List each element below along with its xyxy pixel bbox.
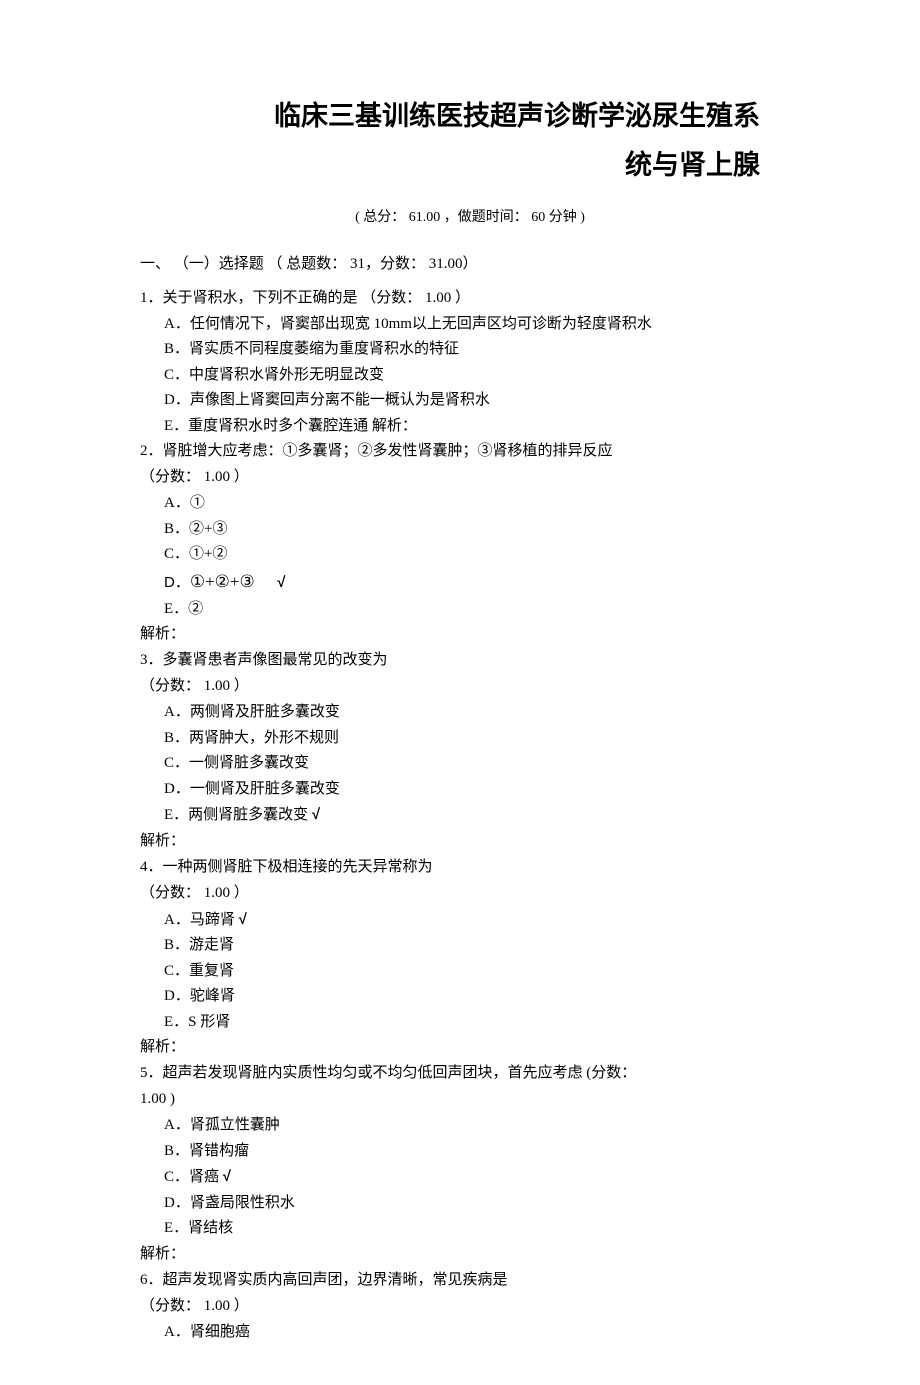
question-1-option-c: C．中度肾积水肾外形无明显改变 [140,363,800,389]
question-4-option-a: A．马蹄肾 √ [140,907,800,934]
question-4-option-c: C．重复肾 [140,959,800,985]
question-2-score: （分数： 1.00 ） [140,465,800,489]
question-1-option-e: E．重度肾积水时多个囊腔连通 解析： [140,414,800,440]
question-3-option-c: C．一侧肾脏多囊改变 [140,751,800,777]
question-3-explain: 解析： [140,829,800,853]
question-6-score: （分数： 1.00 ） [140,1294,800,1318]
question-4-option-e: E．S 形肾 [140,1010,800,1036]
question-3-option-a: A．两侧肾及肝脏多囊改变 [140,700,800,726]
question-6-stem: 6．超声发现肾实质内高回声团，边界清晰，常见疾病是 [140,1268,800,1292]
question-5-option-e: E．肾结核 [140,1216,800,1242]
exam-meta: ( 总分： 61.00 ，做题时间： 60 分钟 ) [140,207,800,229]
question-2-option-b: B．②+③ [140,517,800,543]
question-2-explain: 解析： [140,622,800,646]
question-2-option-a: A．① [140,491,800,517]
document-title-line2: 统与肾上腺 [140,144,800,187]
question-3-option-d: D．一侧肾及肝脏多囊改变 [140,777,800,803]
question-2-stem: 2．肾脏增大应考虑：①多囊肾；②多发性肾囊肿；③肾移植的排异反应 [140,439,800,463]
question-2-option-c: C．①+② [140,542,800,568]
section-header: 一、 （一）选择题 （ 总题数： 31，分数： 31.00） [140,252,800,276]
question-5-option-d: D．肾盏局限性积水 [140,1191,800,1217]
question-1-option-b: B．肾实质不同程度萎缩为重度肾积水的特征 [140,337,800,363]
question-5-stem: 5．超声若发现肾脏内实质性均匀或不均匀低回声团块，首先应考虑 (分数： [140,1061,800,1085]
question-4-explain: 解析： [140,1035,800,1059]
question-5-option-c: C．肾癌 √ [140,1164,800,1191]
question-3-score: （分数： 1.00 ） [140,674,800,698]
question-1-stem: 1．关于肾积水，下列不正确的是 （分数： 1.00 ） [140,286,800,310]
question-5-option-a: A．肾孤立性囊肿 [140,1113,800,1139]
question-1-option-a: A．任何情况下，肾窦部出现宽 10mm以上无回声区均可诊断为轻度肾积水 [140,312,800,338]
question-1-option-d: D．声像图上肾窦回声分离不能一概认为是肾积水 [140,388,800,414]
question-5-score: 1.00 ) [140,1087,800,1111]
question-4-option-b: B．游走肾 [140,933,800,959]
question-4-option-d: D．驼峰肾 [140,984,800,1010]
question-3-option-e: E．两侧肾脏多囊改变 √ [140,802,800,829]
question-4-score: （分数： 1.00 ） [140,881,800,905]
question-6-option-a: A．肾细胞癌 [140,1320,800,1346]
question-2-option-e: E．② [140,597,800,623]
question-4-stem: 4．一种两侧肾脏下极相连接的先天异常称为 [140,855,800,879]
question-3-option-b: B．两肾肿大，外形不规则 [140,726,800,752]
document-title-line1: 临床三基训练医技超声诊断学泌尿生殖系 [140,95,800,138]
question-5-option-b: B．肾错构瘤 [140,1139,800,1165]
question-5-explain: 解析： [140,1242,800,1266]
question-2-option-d: D．①+②+③ √ [140,568,800,597]
question-3-stem: 3．多囊肾患者声像图最常见的改变为 [140,648,800,672]
